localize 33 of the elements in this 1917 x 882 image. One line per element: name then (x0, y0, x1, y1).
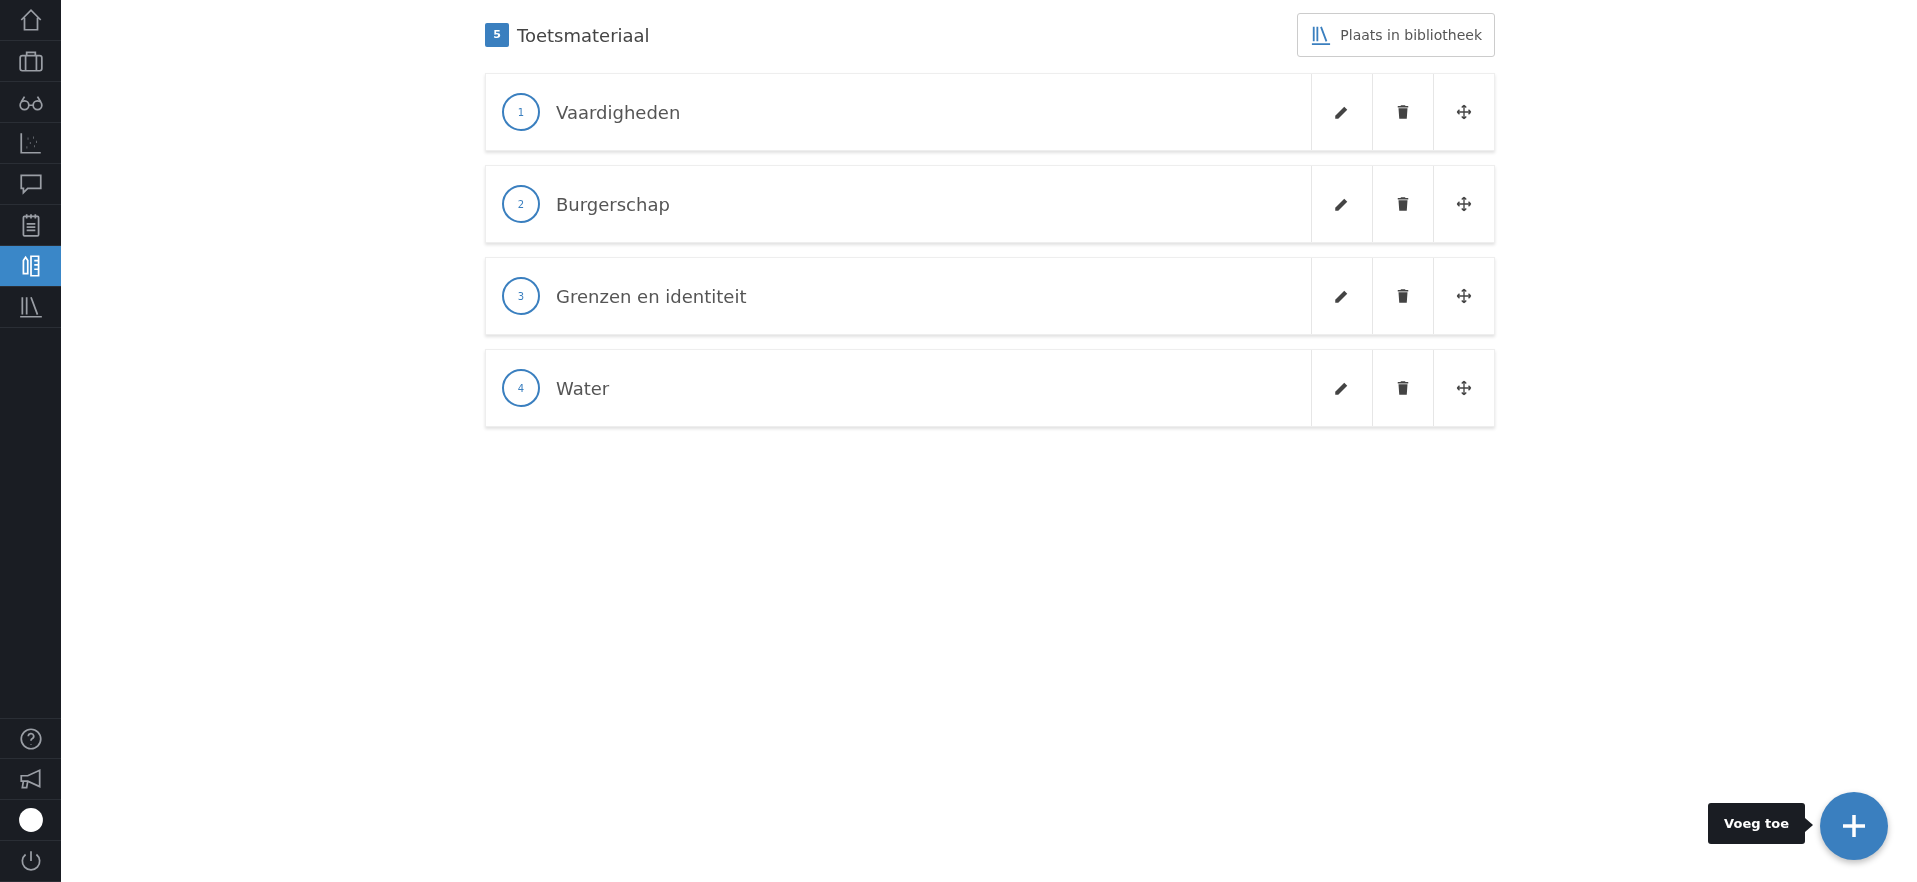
section-number: 5 (485, 23, 509, 47)
library-icon (1310, 25, 1333, 45)
avatar-circle (17, 807, 44, 833)
item-title[interactable]: Vaardigheden (556, 98, 681, 126)
briefcase-icon (17, 48, 44, 74)
add-button[interactable] (1820, 792, 1888, 860)
delete-button[interactable] (1372, 258, 1433, 334)
help-icon (17, 725, 44, 752)
item-title[interactable]: Water (556, 374, 610, 402)
delete-button[interactable] (1372, 350, 1433, 426)
move-arrows-icon (1455, 103, 1473, 121)
plus-icon (1840, 812, 1868, 840)
library-icon (17, 294, 44, 320)
move-arrows-icon (1455, 379, 1473, 397)
section-title: Toetsmateriaal (517, 23, 650, 48)
item-number: 1 (502, 93, 540, 131)
speech-bubble-icon (17, 171, 44, 197)
sidebar-item[interactable] (0, 246, 61, 287)
item-number: 4 (502, 369, 540, 407)
item-number: 3 (502, 277, 540, 315)
tooltip-arrow (1805, 818, 1813, 832)
sidebar-item[interactable] (0, 718, 61, 759)
item-number: 2 (502, 185, 540, 223)
scatter-chart-icon (17, 130, 44, 156)
tooltip: Voeg toe (1708, 802, 1805, 844)
move-arrows-icon (1455, 287, 1473, 305)
move-arrows-icon (1455, 195, 1473, 213)
item-title[interactable]: Grenzen en identiteit (556, 282, 747, 310)
delete-button[interactable] (1372, 166, 1433, 242)
delete-button[interactable] (1372, 74, 1433, 150)
item-title[interactable]: Burgerschap (556, 190, 670, 218)
library-button[interactable]: Plaats in bibliotheek (1297, 13, 1495, 57)
megaphone-icon (17, 766, 44, 792)
